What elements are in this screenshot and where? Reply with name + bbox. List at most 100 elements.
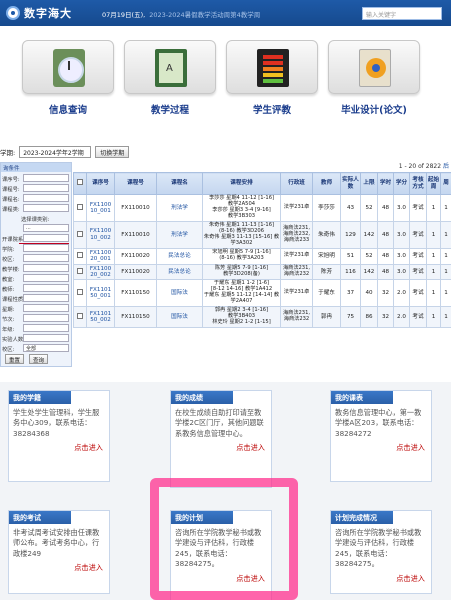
table-row[interactable]: FX1100 10_002 FX110010 刑法学 朱奇伟 星期1 11-13 [1… bbox=[73, 220, 451, 249]
cell-name[interactable]: 国际法 bbox=[156, 279, 203, 308]
filter-field[interactable] bbox=[23, 174, 69, 182]
filter-field[interactable] bbox=[23, 244, 69, 252]
semester-select[interactable]: 2023-2024学年2学期 bbox=[19, 146, 92, 158]
module-label: 学生评教 bbox=[252, 105, 291, 116]
filter-field[interactable] bbox=[23, 314, 69, 322]
cell-name[interactable]: 民法总论 bbox=[156, 263, 203, 281]
filter-label: 星期: bbox=[2, 307, 15, 313]
cell-name[interactable]: 刑法学 bbox=[156, 194, 203, 222]
box-enter-link[interactable]: 点击进入 bbox=[171, 570, 271, 587]
column-header[interactable] bbox=[73, 172, 87, 195]
module-info-query[interactable]: 信息查询 bbox=[22, 40, 114, 116]
row-checkbox[interactable] bbox=[77, 230, 83, 237]
cell-seq[interactable]: FX1100 20_001 bbox=[86, 247, 115, 265]
filter-field[interactable] bbox=[23, 264, 69, 272]
filter-row: 学院: bbox=[1, 244, 71, 253]
filter-row: ... bbox=[1, 224, 71, 233]
cell-seq[interactable]: FX1100 10_001 bbox=[86, 194, 115, 222]
box-text: 教务信息管理中心，第一教学楼A区203，联系电话：38284272 bbox=[335, 408, 422, 438]
column-header[interactable]: 上限 bbox=[360, 172, 378, 195]
cell-credit: 3.0 bbox=[393, 220, 410, 249]
filter-field[interactable] bbox=[23, 204, 69, 212]
filter-label: 选择课类别: bbox=[21, 217, 50, 223]
column-header[interactable]: 学时 bbox=[377, 172, 394, 195]
table-row[interactable]: FX1100 10_001 FX110010 刑法学 李莎莎 星期4 11-12 [1… bbox=[73, 194, 451, 222]
cell-week: 1 bbox=[440, 247, 451, 265]
column-header[interactable]: 课程号 bbox=[114, 172, 157, 195]
table-row[interactable]: FX1101 50_002 FX110150 国际法 郭冉 星期2 3-4 [1-16… bbox=[73, 306, 451, 329]
box-enter-link[interactable]: 点击进入 bbox=[331, 570, 431, 587]
filter-field[interactable] bbox=[23, 304, 69, 312]
cell-seq[interactable]: FX1100 20_002 bbox=[86, 263, 115, 281]
row-checkbox[interactable] bbox=[77, 251, 83, 258]
column-header[interactable]: 实际人数 bbox=[340, 172, 361, 195]
column-header[interactable]: 课程名 bbox=[156, 172, 203, 195]
cell-exam: 考试 bbox=[409, 263, 427, 281]
filter-label: 教室: bbox=[2, 277, 15, 283]
column-header[interactable]: 学分 bbox=[393, 172, 410, 195]
cell-name[interactable]: 民法总论 bbox=[156, 247, 203, 265]
select-all-checkbox[interactable] bbox=[77, 179, 83, 186]
filter-field[interactable]: 全部 bbox=[23, 344, 69, 352]
filter-field[interactable] bbox=[23, 184, 69, 192]
column-header[interactable]: 周 bbox=[440, 172, 451, 195]
cell-limit: 52 bbox=[360, 247, 378, 265]
module-graduation-thesis[interactable]: 毕业设计(论文) bbox=[328, 40, 420, 116]
filter-row: 校区: bbox=[1, 254, 71, 263]
row-checkbox[interactable] bbox=[77, 289, 83, 296]
filter-field[interactable] bbox=[23, 324, 69, 332]
box-title: 计划完成情况 bbox=[331, 511, 393, 524]
book-icon bbox=[155, 49, 187, 87]
cell-seq[interactable]: FX1100 10_002 bbox=[86, 220, 115, 249]
module-label: 毕业设计(论文) bbox=[341, 105, 407, 116]
box-enter-link[interactable]: 点击进入 bbox=[171, 439, 271, 456]
search-input[interactable]: 输入关键字 bbox=[362, 7, 442, 20]
filter-field[interactable] bbox=[23, 294, 69, 302]
pager-next-link[interactable]: 后 bbox=[443, 163, 449, 170]
filter-label: 课程名: bbox=[2, 197, 20, 203]
filter-row: 课序号: bbox=[1, 174, 71, 183]
filter-label: 教师: bbox=[2, 287, 15, 293]
cell-class: 海商法231, 海商法232, 海商法233 bbox=[280, 220, 313, 249]
cell-week: 1 bbox=[440, 194, 451, 222]
site-logo[interactable]: 数字海大 bbox=[6, 5, 72, 21]
top-bar: 数字海大 07月19日(五), 2023-2024暑假教学活动周第4教学周 输入关… bbox=[0, 0, 451, 26]
cell-seq[interactable]: FX1101 50_002 bbox=[86, 306, 115, 329]
row-checkbox[interactable] bbox=[77, 203, 83, 210]
row-checkbox[interactable] bbox=[77, 313, 83, 320]
table-row[interactable]: FX1100 20_002 FX110020 民法总论 陈芳 星期5 7-9 [1-1… bbox=[73, 263, 451, 281]
cell-code: FX110010 bbox=[114, 220, 157, 249]
filter-field[interactable] bbox=[23, 194, 69, 202]
cell-week: 1 bbox=[440, 220, 451, 249]
table-row[interactable]: FX1100 20_001 FX110020 民法总论 宋旭明 星期5 7-9 [1-… bbox=[73, 247, 451, 265]
cell-name[interactable]: 国际法 bbox=[156, 306, 203, 329]
filter-field[interactable] bbox=[23, 334, 69, 342]
table-row[interactable]: FX1101 50_001 FX110150 国际法 于耀东 星期1 1-2 [1-6… bbox=[73, 279, 451, 308]
column-header[interactable]: 课序号 bbox=[86, 172, 115, 195]
box-enter-link[interactable]: 点击进入 bbox=[331, 439, 431, 456]
column-header[interactable]: 课程安排 bbox=[202, 172, 281, 195]
column-header[interactable]: 行政班 bbox=[280, 172, 313, 195]
row-checkbox[interactable] bbox=[77, 267, 83, 274]
filter-field[interactable] bbox=[23, 254, 69, 262]
module-teaching-process[interactable]: 教学过程 bbox=[124, 40, 216, 116]
query-button[interactable]: 查询 bbox=[29, 354, 49, 364]
filter-field[interactable] bbox=[23, 284, 69, 292]
column-header[interactable]: 考核方式 bbox=[409, 172, 427, 195]
cell-name[interactable]: 刑法学 bbox=[156, 220, 203, 249]
filter-label: 实验人数: bbox=[2, 337, 25, 343]
column-header[interactable]: 教师 bbox=[312, 172, 341, 195]
filter-field[interactable] bbox=[23, 234, 69, 242]
filter-field[interactable] bbox=[23, 274, 69, 282]
module-evaluation[interactable]: 学生评教 bbox=[226, 40, 318, 116]
column-header[interactable]: 起始周 bbox=[426, 172, 441, 195]
box-enter-link[interactable]: 点击进入 bbox=[9, 439, 109, 456]
box-text: 学生处学生管理科，学生服务中心309，联系电话：38284368 bbox=[13, 408, 100, 438]
cell-seq[interactable]: FX1101 50_001 bbox=[86, 279, 115, 308]
cell-teacher: 李莎莎 bbox=[312, 194, 341, 222]
cell-hours: 32 bbox=[377, 279, 394, 308]
filter-field[interactable]: ... bbox=[23, 224, 69, 232]
switch-semester-button[interactable]: 切换学期 bbox=[95, 146, 130, 158]
reset-button[interactable]: 重置 bbox=[5, 354, 25, 364]
box-enter-link[interactable]: 点击进入 bbox=[9, 559, 109, 576]
